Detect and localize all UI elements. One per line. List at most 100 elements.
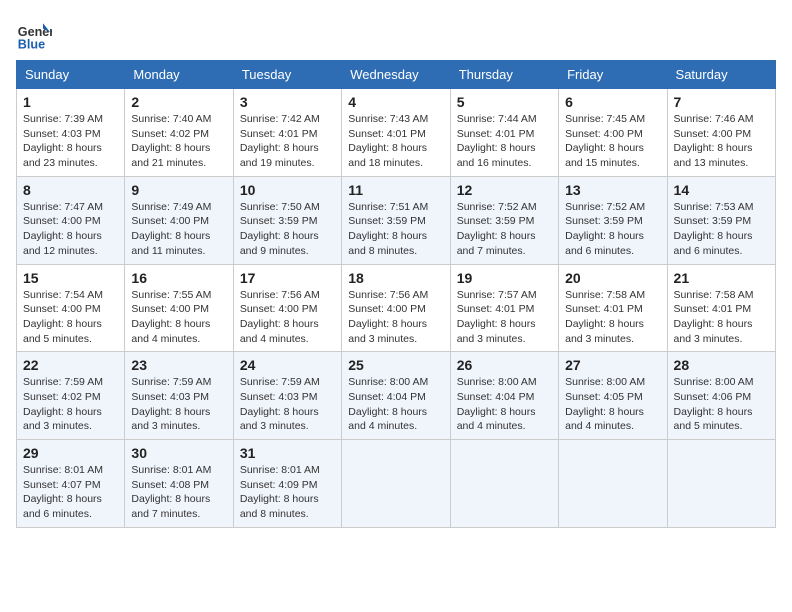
day-number: 5: [457, 94, 552, 110]
day-info: Sunrise: 7:42 AMSunset: 4:01 PMDaylight:…: [240, 112, 335, 171]
calendar-cell: [559, 440, 667, 528]
week-row-2: 8Sunrise: 7:47 AMSunset: 4:00 PMDaylight…: [17, 176, 776, 264]
calendar-cell: [342, 440, 450, 528]
day-number: 7: [674, 94, 769, 110]
day-number: 17: [240, 270, 335, 286]
day-info: Sunrise: 8:01 AMSunset: 4:09 PMDaylight:…: [240, 463, 335, 522]
day-number: 4: [348, 94, 443, 110]
day-number: 26: [457, 357, 552, 373]
day-number: 22: [23, 357, 118, 373]
day-number: 27: [565, 357, 660, 373]
calendar-cell: 2 Sunrise: 7:40 AMSunset: 4:02 PMDaylight…: [125, 89, 233, 177]
calendar-cell: 5 Sunrise: 7:44 AMSunset: 4:01 PMDaylight…: [450, 89, 558, 177]
calendar-cell: 20 Sunrise: 7:58 AMSunset: 4:01 PMDayligh…: [559, 264, 667, 352]
day-number: 13: [565, 182, 660, 198]
calendar-cell: 3 Sunrise: 7:42 AMSunset: 4:01 PMDaylight…: [233, 89, 341, 177]
day-number: 9: [131, 182, 226, 198]
day-number: 25: [348, 357, 443, 373]
day-info: Sunrise: 8:00 AMSunset: 4:06 PMDaylight:…: [674, 375, 769, 434]
calendar-cell: 18 Sunrise: 7:56 AMSunset: 4:00 PMDayligh…: [342, 264, 450, 352]
week-row-4: 22Sunrise: 7:59 AMSunset: 4:02 PMDayligh…: [17, 352, 776, 440]
day-number: 2: [131, 94, 226, 110]
day-info: Sunrise: 7:51 AMSunset: 3:59 PMDaylight:…: [348, 200, 443, 259]
calendar-cell: 9 Sunrise: 7:49 AMSunset: 4:00 PMDaylight…: [125, 176, 233, 264]
day-number: 20: [565, 270, 660, 286]
day-number: 1: [23, 94, 118, 110]
day-info: Sunrise: 7:45 AMSunset: 4:00 PMDaylight:…: [565, 112, 660, 171]
week-row-5: 29 Sunrise: 8:01 AMSunset: 4:07 PMDayligh…: [17, 440, 776, 528]
day-info: Sunrise: 8:01 AMSunset: 4:08 PMDaylight:…: [131, 463, 226, 522]
day-number: 15: [23, 270, 118, 286]
day-number: 23: [131, 357, 226, 373]
day-info: Sunrise: 7:52 AMSunset: 3:59 PMDaylight:…: [565, 200, 660, 259]
svg-text:Blue: Blue: [18, 37, 45, 51]
calendar-cell: 29 Sunrise: 8:01 AMSunset: 4:07 PMDayligh…: [17, 440, 125, 528]
calendar-cell: 31 Sunrise: 8:01 AMSunset: 4:09 PMDayligh…: [233, 440, 341, 528]
day-info: Sunrise: 7:50 AMSunset: 3:59 PMDaylight:…: [240, 200, 335, 259]
calendar-cell: 6 Sunrise: 7:45 AMSunset: 4:00 PMDaylight…: [559, 89, 667, 177]
day-number: 16: [131, 270, 226, 286]
calendar-cell: 26 Sunrise: 8:00 AMSunset: 4:04 PMDayligh…: [450, 352, 558, 440]
calendar-cell: 30 Sunrise: 8:01 AMSunset: 4:08 PMDayligh…: [125, 440, 233, 528]
day-info: Sunrise: 7:55 AMSunset: 4:00 PMDaylight:…: [131, 288, 226, 347]
day-info: Sunrise: 7:46 AMSunset: 4:00 PMDaylight:…: [674, 112, 769, 171]
calendar-cell: 27 Sunrise: 8:00 AMSunset: 4:05 PMDayligh…: [559, 352, 667, 440]
calendar-cell: 23 Sunrise: 7:59 AMSunset: 4:03 PMDayligh…: [125, 352, 233, 440]
calendar-cell: 13 Sunrise: 7:52 AMSunset: 3:59 PMDayligh…: [559, 176, 667, 264]
day-info: Sunrise: 8:00 AMSunset: 4:04 PMDaylight:…: [348, 375, 443, 434]
day-number: 3: [240, 94, 335, 110]
day-info: Sunrise: 7:43 AMSunset: 4:01 PMDaylight:…: [348, 112, 443, 171]
day-number: 6: [565, 94, 660, 110]
calendar-cell: 12 Sunrise: 7:52 AMSunset: 3:59 PMDayligh…: [450, 176, 558, 264]
weekday-header-friday: Friday: [559, 61, 667, 89]
day-number: 30: [131, 445, 226, 461]
weekday-header-monday: Monday: [125, 61, 233, 89]
day-info: Sunrise: 8:01 AMSunset: 4:07 PMDaylight:…: [23, 463, 118, 522]
day-number: 12: [457, 182, 552, 198]
logo: General Blue: [16, 16, 56, 52]
weekday-header-tuesday: Tuesday: [233, 61, 341, 89]
calendar-cell: 7 Sunrise: 7:46 AMSunset: 4:00 PMDaylight…: [667, 89, 775, 177]
day-info: Sunrise: 8:00 AMSunset: 4:04 PMDaylight:…: [457, 375, 552, 434]
day-number: 24: [240, 357, 335, 373]
weekday-header-saturday: Saturday: [667, 61, 775, 89]
calendar-cell: 11 Sunrise: 7:51 AMSunset: 3:59 PMDayligh…: [342, 176, 450, 264]
day-number: 18: [348, 270, 443, 286]
day-info: Sunrise: 7:58 AMSunset: 4:01 PMDaylight:…: [674, 288, 769, 347]
day-info: Sunrise: 7:59 AMSunset: 4:03 PMDaylight:…: [240, 375, 335, 434]
week-row-3: 15 Sunrise: 7:54 AMSunset: 4:00 PMDayligh…: [17, 264, 776, 352]
day-info: Sunrise: 7:59 AMSunset: 4:03 PMDaylight:…: [131, 375, 226, 434]
day-number: 14: [674, 182, 769, 198]
day-info: Sunrise: 7:56 AMSunset: 4:00 PMDaylight:…: [348, 288, 443, 347]
calendar-cell: 16 Sunrise: 7:55 AMSunset: 4:00 PMDayligh…: [125, 264, 233, 352]
calendar-cell: 24 Sunrise: 7:59 AMSunset: 4:03 PMDayligh…: [233, 352, 341, 440]
day-number: 8: [23, 182, 118, 198]
day-number: 11: [348, 182, 443, 198]
day-number: 31: [240, 445, 335, 461]
day-info: Sunrise: 7:58 AMSunset: 4:01 PMDaylight:…: [565, 288, 660, 347]
day-info: Sunrise: 7:54 AMSunset: 4:00 PMDaylight:…: [23, 288, 118, 347]
day-number: 10: [240, 182, 335, 198]
day-number: 29: [23, 445, 118, 461]
calendar-cell: 25 Sunrise: 8:00 AMSunset: 4:04 PMDayligh…: [342, 352, 450, 440]
day-info: Sunrise: 7:52 AMSunset: 3:59 PMDaylight:…: [457, 200, 552, 259]
calendar-cell: 1Sunrise: 7:39 AMSunset: 4:03 PMDaylight…: [17, 89, 125, 177]
day-info: Sunrise: 7:44 AMSunset: 4:01 PMDaylight:…: [457, 112, 552, 171]
weekday-header-wednesday: Wednesday: [342, 61, 450, 89]
calendar-cell: 17 Sunrise: 7:56 AMSunset: 4:00 PMDayligh…: [233, 264, 341, 352]
weekday-header-thursday: Thursday: [450, 61, 558, 89]
day-info: Sunrise: 7:53 AMSunset: 3:59 PMDaylight:…: [674, 200, 769, 259]
day-number: 21: [674, 270, 769, 286]
week-row-1: 1Sunrise: 7:39 AMSunset: 4:03 PMDaylight…: [17, 89, 776, 177]
day-info: Sunrise: 7:56 AMSunset: 4:00 PMDaylight:…: [240, 288, 335, 347]
day-info: Sunrise: 8:00 AMSunset: 4:05 PMDaylight:…: [565, 375, 660, 434]
calendar-cell: 14 Sunrise: 7:53 AMSunset: 3:59 PMDayligh…: [667, 176, 775, 264]
calendar-cell: 8Sunrise: 7:47 AMSunset: 4:00 PMDaylight…: [17, 176, 125, 264]
calendar-cell: [450, 440, 558, 528]
calendar-cell: 10 Sunrise: 7:50 AMSunset: 3:59 PMDayligh…: [233, 176, 341, 264]
day-number: 28: [674, 357, 769, 373]
calendar-cell: 22Sunrise: 7:59 AMSunset: 4:02 PMDayligh…: [17, 352, 125, 440]
calendar-cell: 28 Sunrise: 8:00 AMSunset: 4:06 PMDayligh…: [667, 352, 775, 440]
day-info: Sunrise: 7:49 AMSunset: 4:00 PMDaylight:…: [131, 200, 226, 259]
day-info: Sunrise: 7:40 AMSunset: 4:02 PMDaylight:…: [131, 112, 226, 171]
